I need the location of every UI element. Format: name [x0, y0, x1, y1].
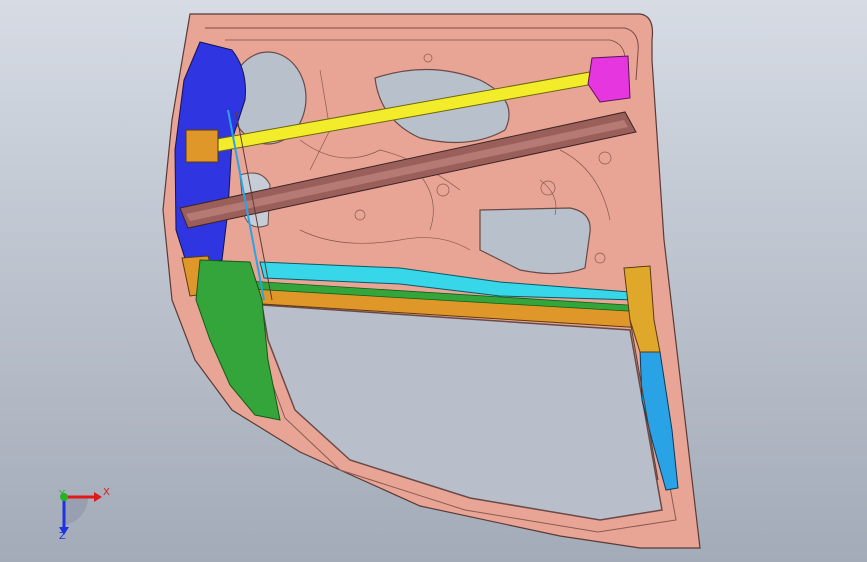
- axis-x-label: X: [103, 487, 110, 498]
- axis-z-label: Z: [59, 531, 66, 542]
- lower-opening: [261, 304, 663, 521]
- axis-y-label: Y: [59, 489, 66, 500]
- coordinate-triad: [59, 492, 102, 535]
- cad-viewport[interactable]: X Y Z: [0, 0, 867, 562]
- upper-beam-front-bracket[interactable]: [185, 129, 219, 163]
- door-assembly-model[interactable]: [0, 0, 867, 562]
